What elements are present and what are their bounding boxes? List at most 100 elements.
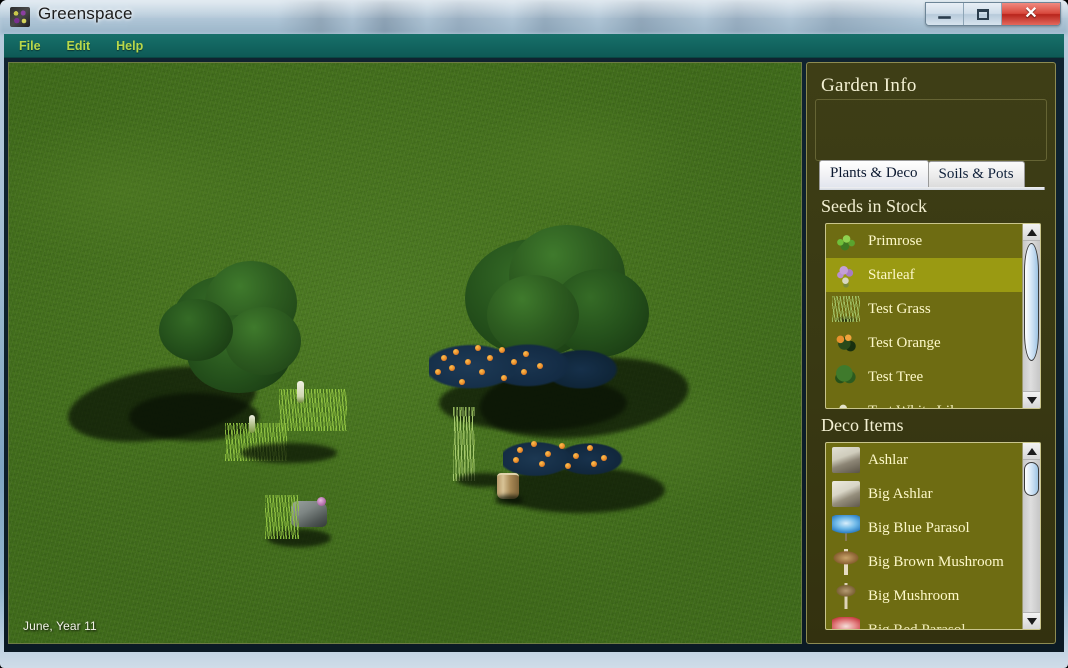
menu-bar: File Edit Help [4, 34, 1064, 58]
tree-canopy-left-e [159, 299, 233, 361]
close-button[interactable]: ✕ [1002, 3, 1060, 25]
list-item-label: Big Blue Parasol [868, 519, 970, 536]
orange-fruit [559, 443, 565, 449]
seeds-header: Seeds in Stock [821, 196, 927, 216]
lily-icon [832, 398, 860, 408]
scrollbar-thumb[interactable] [1024, 243, 1039, 361]
orange-fruit [499, 347, 505, 353]
blue-parasol-icon [832, 515, 860, 541]
brown-mushroom-icon [832, 549, 860, 575]
scrollbar-track[interactable] [1023, 460, 1040, 612]
maximize-button[interactable] [964, 3, 1002, 25]
grass-clump-rock [265, 495, 299, 539]
red-parasol-icon [832, 617, 860, 629]
starleaf-icon [832, 262, 860, 288]
title-bar[interactable]: Greenspace ✕ [0, 0, 1068, 34]
barrel-shadow [495, 495, 523, 505]
orange-fruit [545, 451, 551, 457]
deco-scrollview: Ashlar Big Ashlar Big Blue Parasol Big B… [826, 443, 1022, 629]
big-ashlar-icon [832, 481, 860, 507]
tree-canopy-left-d [225, 307, 301, 375]
grass-icon [832, 296, 860, 322]
garden-viewport[interactable]: June, Year 11 [8, 62, 802, 644]
orange-fruit [487, 355, 493, 361]
chevron-up-icon [1026, 447, 1037, 455]
orange-fruit [511, 359, 517, 365]
tab-plants-deco[interactable]: Plants & Deco [819, 160, 929, 187]
list-item-label: Test Tree [868, 368, 924, 385]
pink-flower-rock [317, 497, 326, 506]
orange-fruit [475, 345, 481, 351]
orange-fruit [565, 463, 571, 469]
tree-icon [832, 364, 860, 390]
tab-soils-pots[interactable]: Soils & Pots [927, 161, 1025, 187]
menu-item-file[interactable]: File [16, 37, 44, 55]
orange-fruit [587, 445, 593, 451]
deco-scrollbar[interactable] [1022, 443, 1040, 629]
orange-fruit [459, 379, 465, 385]
orange-fruit [479, 369, 485, 375]
application-window: Greenspace ✕ File Edit Help June, Year 1… [0, 0, 1068, 668]
list-item[interactable]: Starleaf [826, 258, 1022, 292]
panel-title: Garden Info [821, 75, 917, 96]
scrollbar-thumb[interactable] [1024, 462, 1039, 496]
scroll-down-button[interactable] [1023, 391, 1040, 408]
orange-tree-upper [429, 335, 619, 401]
game-status-text: June, Year 11 [23, 619, 97, 633]
list-item[interactable]: Primrose [826, 224, 1022, 258]
minimize-icon [938, 16, 951, 19]
minimize-button[interactable] [926, 3, 964, 25]
list-item[interactable]: Big Blue Parasol [826, 511, 1022, 545]
seeds-scrollview: Primrose Starleaf Test Grass Test Orange [826, 224, 1022, 408]
grass-shadow-left [241, 443, 337, 463]
seeds-scrollbar[interactable] [1022, 224, 1040, 408]
ashlar-icon [832, 447, 860, 473]
list-item[interactable]: Big Mushroom [826, 579, 1022, 613]
orange-fruit [531, 441, 537, 447]
close-icon: ✕ [1024, 5, 1038, 22]
orange-fruit [501, 375, 507, 381]
list-item[interactable]: Test White Lily [826, 394, 1022, 408]
orange-icon [832, 330, 860, 356]
window-title: Greenspace [38, 4, 133, 23]
orange-fruit [513, 457, 519, 463]
list-item-label: Primrose [868, 232, 923, 249]
deco-header: Deco Items [821, 415, 904, 435]
deco-listbox[interactable]: Ashlar Big Ashlar Big Blue Parasol Big B… [825, 442, 1041, 630]
list-item-label: Starleaf [868, 266, 915, 283]
list-item[interactable]: Test Tree [826, 360, 1022, 394]
garden-info-box [815, 99, 1047, 161]
list-item[interactable]: Test Grass [826, 292, 1022, 326]
orange-fruit [591, 461, 597, 467]
list-item-label: Ashlar [868, 451, 908, 468]
chevron-up-icon [1026, 228, 1037, 236]
scroll-down-button[interactable] [1023, 612, 1040, 629]
list-item-label: Big Red Parasol [868, 622, 966, 630]
app-icon [10, 7, 30, 27]
list-item[interactable]: Big Red Parasol [826, 613, 1022, 629]
orange-fruit [537, 363, 543, 369]
orange-fruit [521, 369, 527, 375]
menu-item-edit[interactable]: Edit [64, 37, 94, 55]
list-item-label: Test Orange [868, 334, 941, 351]
list-item[interactable]: Ashlar [826, 443, 1022, 477]
list-item-label: Big Ashlar [868, 485, 933, 502]
primrose-icon [832, 228, 860, 254]
orange-fruit [573, 453, 579, 459]
orange-fruit [517, 447, 523, 453]
chevron-down-icon [1026, 617, 1037, 625]
seeds-listbox[interactable]: Primrose Starleaf Test Grass Test Orange [825, 223, 1041, 409]
orange-fruit [453, 349, 459, 355]
list-item-label: Big Mushroom [868, 587, 960, 604]
scroll-up-button[interactable] [1023, 224, 1040, 241]
orange-tree-lower [503, 435, 627, 483]
menu-item-help[interactable]: Help [113, 37, 146, 55]
content-area: June, Year 11 Garden Info Plants & Deco … [4, 58, 1064, 652]
list-item[interactable]: Big Ashlar [826, 477, 1022, 511]
list-item[interactable]: Test Orange [826, 326, 1022, 360]
scroll-up-button[interactable] [1023, 443, 1040, 460]
scrollbar-track[interactable] [1023, 241, 1040, 391]
orange-fruit [465, 359, 471, 365]
grass-mottle [9, 63, 801, 643]
list-item[interactable]: Big Brown Mushroom [826, 545, 1022, 579]
